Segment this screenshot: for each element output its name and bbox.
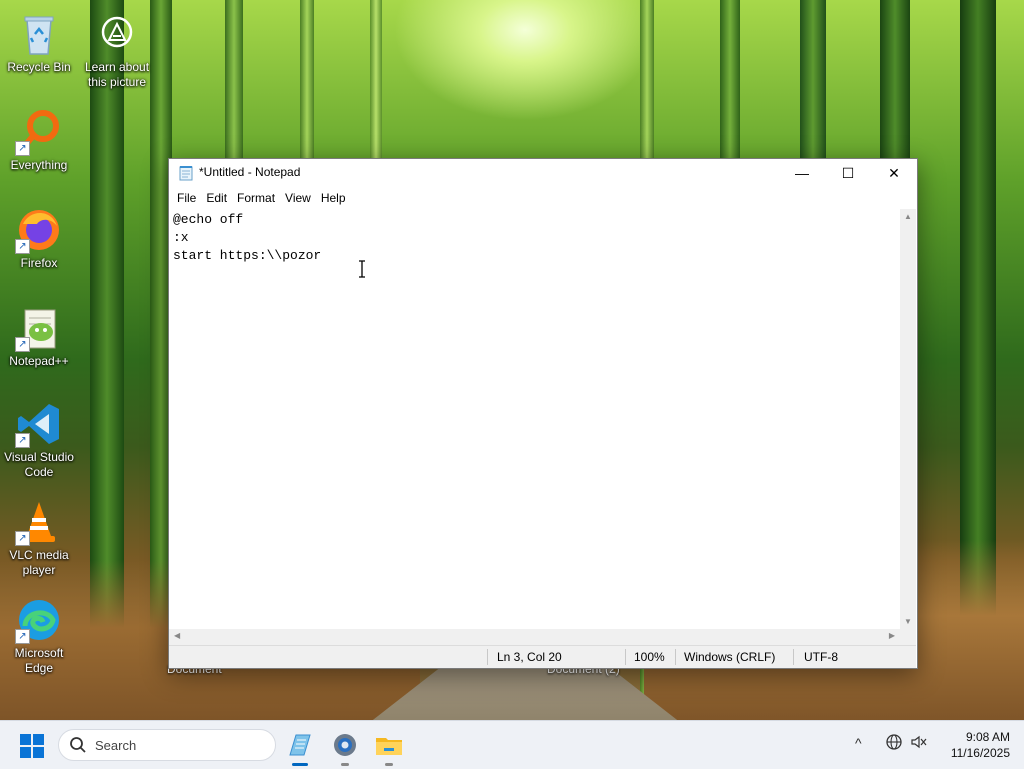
system-clock[interactable]: 9:08 AM 11/16/2025 [930, 729, 1010, 761]
status-line-ending: Windows (CRLF) [684, 650, 776, 664]
status-zoom: 100% [634, 650, 665, 664]
clock-time: 9:08 AM [965, 730, 1010, 744]
firefox-icon: ↗ [15, 206, 63, 254]
settings-icon [334, 734, 356, 756]
desktop-icon-label: VLC media player [9, 548, 69, 577]
menu-format[interactable]: Format [232, 191, 280, 205]
vertical-scrollbar[interactable]: ▲ ▼ [900, 209, 916, 629]
scroll-corner [900, 629, 916, 645]
text-editor[interactable]: @echo off :x start https:\\pozor [169, 209, 900, 629]
active-indicator [292, 763, 308, 766]
desktop-icon-label: Everything [10, 158, 68, 172]
notepad-icon [289, 734, 311, 756]
status-separator [793, 649, 794, 665]
shortcut-arrow-icon: ↗ [15, 337, 30, 352]
status-separator [487, 649, 488, 665]
menu-view[interactable]: View [280, 191, 316, 205]
window-title: *Untitled - Notepad [199, 165, 301, 179]
volume-muted-icon[interactable] [910, 733, 928, 754]
status-encoding: UTF-8 [804, 650, 838, 664]
status-bar: Ln 3, Col 20 100% Windows (CRLF) UTF-8 [169, 645, 916, 668]
notepad-window[interactable]: *Untitled - Notepad — ☐ ✕ File Edit Form… [168, 158, 918, 669]
shortcut-arrow-icon: ↗ [15, 239, 30, 254]
text-cursor-icon [358, 260, 366, 278]
taskbar: Search ^ 9:08 AM 11/16/2025 [0, 720, 1024, 769]
desktop-icon-label: Firefox [20, 256, 58, 270]
desktop-icon-label: Microsoft Edge [14, 646, 64, 675]
scroll-up-icon[interactable]: ▲ [903, 212, 913, 221]
network-globe-icon[interactable] [885, 733, 903, 754]
editor-line: @echo off [173, 212, 244, 227]
windows-logo-icon [20, 734, 44, 758]
menu-bar: File Edit Format View Help [169, 187, 917, 209]
desktop-icon-learn-about-picture[interactable]: Learn about this picture [79, 10, 155, 90]
menu-file[interactable]: File [172, 191, 201, 205]
horizontal-scrollbar[interactable]: ◀ ▶ [169, 629, 900, 645]
shortcut-arrow-icon: ↗ [15, 141, 30, 156]
desktop-icon-label: Visual Studio Code [4, 450, 74, 479]
running-indicator [341, 763, 349, 766]
editor-line: start https:\\pozor [173, 248, 322, 263]
shortcut-arrow-icon: ↗ [15, 531, 30, 546]
desktop-icon-vlc[interactable]: ↗ VLC media player [1, 498, 77, 578]
shortcut-arrow-icon: ↗ [15, 629, 30, 644]
notepad-plus-plus-icon: ↗ [15, 304, 63, 352]
desktop-icon-everything[interactable]: ↗ Everything [1, 108, 77, 173]
status-cursor-position: Ln 3, Col 20 [497, 650, 562, 664]
shortcut-arrow-icon: ↗ [15, 433, 30, 448]
maximize-button[interactable]: ☐ [825, 159, 871, 187]
running-indicator [385, 763, 393, 766]
camera-info-icon [93, 10, 141, 58]
scroll-left-icon[interactable]: ◀ [174, 631, 180, 640]
status-separator [675, 649, 676, 665]
desktop-icon-edge[interactable]: ↗ Microsoft Edge [1, 596, 77, 676]
edge-icon: ↗ [15, 596, 63, 644]
desktop-icon-label: Notepad++ [9, 354, 69, 368]
menu-help[interactable]: Help [316, 191, 351, 205]
menu-edit[interactable]: Edit [201, 191, 232, 205]
desktop-icon-label: Recycle Bin [7, 60, 71, 74]
vscode-icon: ↗ [15, 400, 63, 448]
taskbar-settings[interactable] [329, 729, 361, 766]
everything-search-icon: ↗ [15, 108, 63, 156]
desktop-icon-recycle-bin[interactable]: Recycle Bin [1, 10, 77, 75]
desktop-icon-vscode[interactable]: ↗ Visual Studio Code [1, 400, 77, 480]
editor-line: :x [173, 230, 189, 245]
file-explorer-icon [376, 738, 402, 755]
title-bar[interactable]: *Untitled - Notepad — ☐ ✕ [169, 159, 917, 187]
close-button[interactable]: ✕ [871, 159, 917, 187]
vlc-icon: ↗ [15, 498, 63, 546]
notepad-icon [178, 165, 194, 181]
recycle-bin-icon [15, 10, 63, 58]
taskbar-search[interactable]: Search [58, 729, 276, 761]
desktop-icon-notepad-plus-plus[interactable]: ↗ Notepad++ [1, 304, 77, 369]
show-hidden-icons-chevron[interactable]: ^ [855, 735, 862, 751]
taskbar-notepad[interactable] [284, 729, 316, 766]
status-separator [625, 649, 626, 665]
taskbar-file-explorer[interactable] [373, 729, 405, 766]
clock-date: 11/16/2025 [950, 746, 1010, 760]
scroll-right-icon[interactable]: ▶ [889, 631, 895, 640]
minimize-button[interactable]: — [779, 159, 825, 187]
search-placeholder: Search [95, 738, 137, 753]
scroll-down-icon[interactable]: ▼ [903, 617, 913, 626]
desktop-icon-firefox[interactable]: ↗ Firefox [1, 206, 77, 271]
search-icon [69, 736, 87, 754]
start-button[interactable] [20, 734, 44, 758]
desktop-icon-label: Learn about this picture [84, 60, 150, 89]
